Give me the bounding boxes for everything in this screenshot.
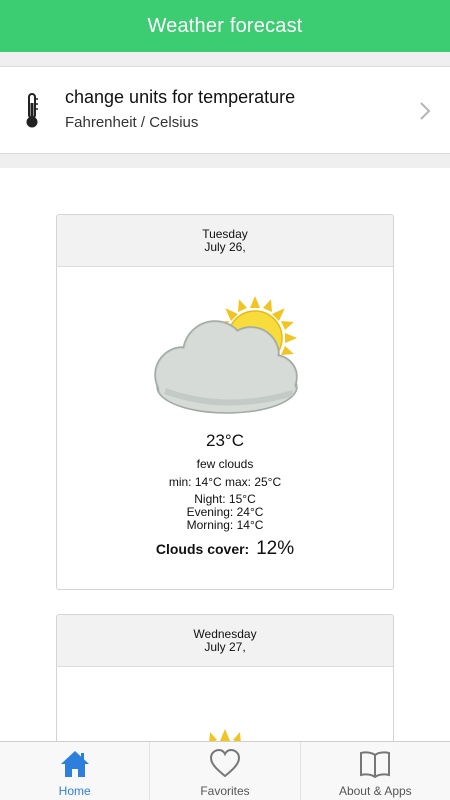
page-title: Weather forecast xyxy=(147,14,303,37)
daypart-temperatures: Night: 15°C Evening: 24°C Morning: 14°C xyxy=(57,493,393,532)
clouds-cover-label: Clouds cover: xyxy=(155,541,250,557)
top-bar: Weather forecast xyxy=(0,0,450,52)
morning-temperature: Morning: 14°C xyxy=(186,518,264,532)
clouds-cover-value: 12% xyxy=(256,538,295,559)
forecast-card: Tuesday July 26, 23°C few clouds min: 14… xyxy=(56,214,394,590)
tab-favorites-label: Favorites xyxy=(200,784,250,798)
forecast-date: July 27, xyxy=(204,640,246,654)
app-screen: Weather forecast change units for temper… xyxy=(0,0,450,800)
heart-icon xyxy=(209,748,240,778)
bottom-tab-bar: Home Favorites About & Apps xyxy=(0,741,450,800)
settings-subtitle: Fahrenheit / Celsius xyxy=(65,114,199,131)
tab-favorites[interactable]: Favorites xyxy=(150,742,301,800)
forecast-body: 23°C few clouds min: 14°C max: 25°C Nigh… xyxy=(57,295,393,560)
forecast-date: July 26, xyxy=(204,240,246,254)
thermometer-icon xyxy=(26,93,38,128)
settings-title: change units for temperature xyxy=(65,87,296,107)
forecast-date-header: Wednesday July 27, xyxy=(57,615,393,667)
book-icon xyxy=(360,751,391,779)
settings-text: change units for temperature Fahrenheit … xyxy=(65,87,295,131)
tab-about-apps-label: About & Apps xyxy=(338,784,412,798)
clouds-cover: Clouds cover: 12% xyxy=(57,538,393,560)
tab-about-apps[interactable]: About & Apps xyxy=(301,742,450,800)
change-units-row[interactable]: change units for temperature Fahrenheit … xyxy=(0,66,450,154)
partly-cloudy-icon xyxy=(154,296,298,414)
tab-home-label: Home xyxy=(58,784,91,798)
weather-description: few clouds xyxy=(196,457,254,471)
temperature-value: 23°C xyxy=(206,431,244,450)
chevron-right-icon xyxy=(420,102,431,120)
tab-home[interactable]: Home xyxy=(0,742,151,800)
home-icon xyxy=(60,751,89,777)
forecast-date-header: Tuesday July 26, xyxy=(57,215,393,267)
min-max-temperature: min: 14°C max: 25°C xyxy=(168,475,282,489)
